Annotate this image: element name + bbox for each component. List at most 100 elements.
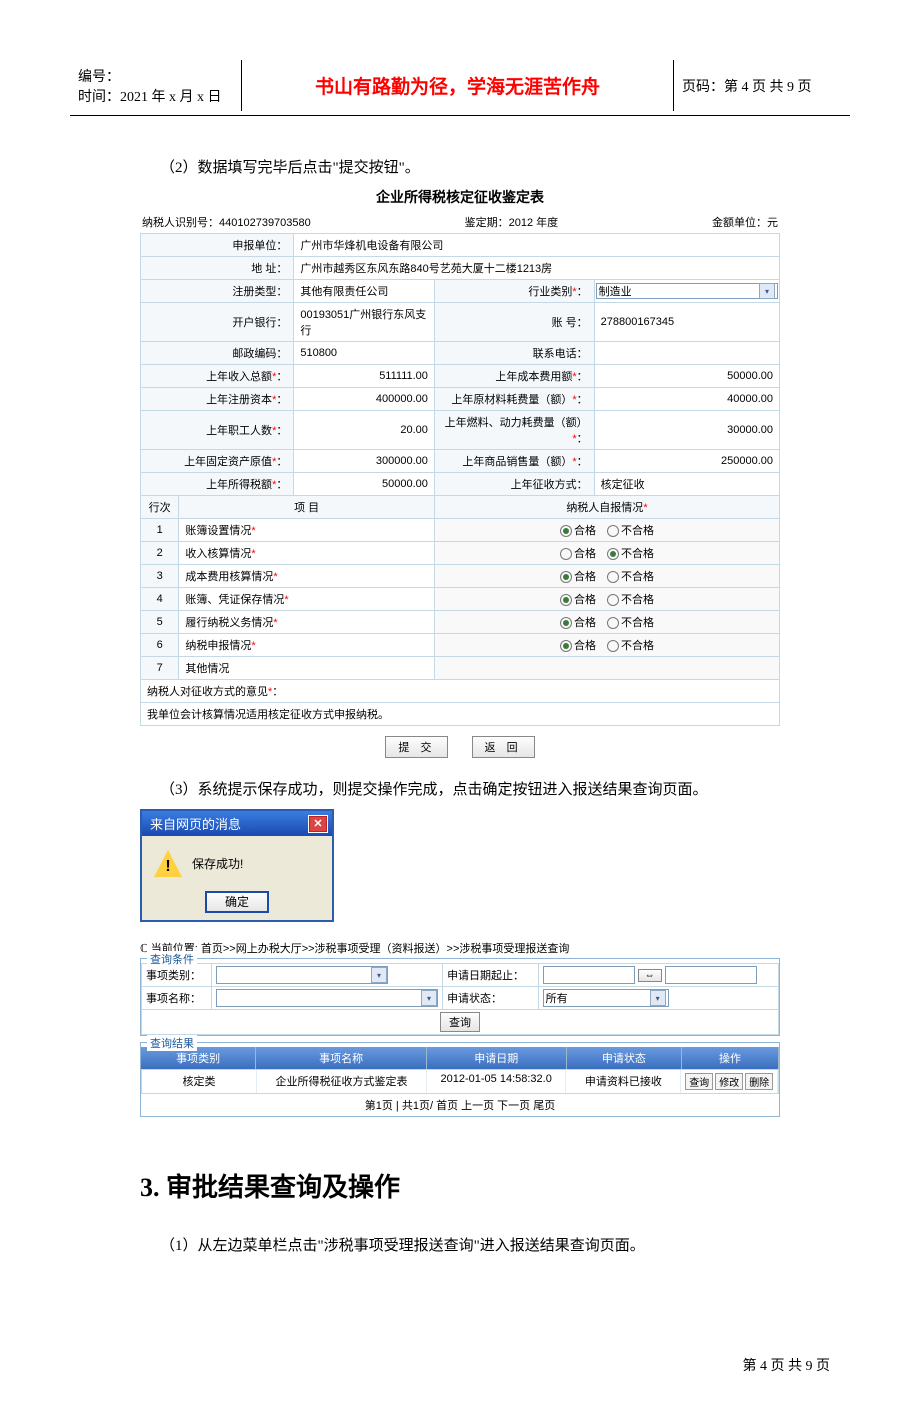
- item-radio-group[interactable]: 合格 不合格: [434, 588, 779, 611]
- val-tel: [594, 342, 779, 365]
- val-company: 广州市华烽机电设备有限公司: [294, 234, 780, 257]
- rownum: 3: [141, 565, 179, 588]
- item-name: 纳税申报情况*: [179, 634, 435, 657]
- delete-button[interactable]: 删除: [745, 1073, 773, 1090]
- rownum: 4: [141, 588, 179, 611]
- radio-no[interactable]: [607, 640, 619, 652]
- val-workers[interactable]: 20.00: [294, 411, 435, 450]
- item-name: 履行纳税义务情况*: [179, 611, 435, 634]
- radio-no[interactable]: [607, 594, 619, 606]
- item-name: 成本费用核算情况*: [179, 565, 435, 588]
- val-income[interactable]: 511111.00: [294, 365, 435, 388]
- td-type: 核定类: [142, 1070, 257, 1093]
- lbl-sales: 上年商品销售量（额）*：: [434, 450, 594, 473]
- status-select[interactable]: 所有▾: [543, 989, 669, 1007]
- th-status: 申请状态: [567, 1047, 682, 1069]
- lbl-tax: 上年所得税额*：: [141, 473, 294, 496]
- radio-ok[interactable]: [560, 617, 572, 629]
- item-radio-group[interactable]: 合格 不合格: [434, 634, 779, 657]
- radio-ok[interactable]: [560, 594, 572, 606]
- lbl-zip: 邮政编码：: [141, 342, 294, 365]
- date-from-input[interactable]: [543, 966, 635, 984]
- lbl-daterange: 申请日期起止：: [443, 964, 539, 987]
- close-icon[interactable]: ✕: [308, 815, 328, 833]
- val-tax[interactable]: 50000.00: [294, 473, 435, 496]
- val-sales[interactable]: 250000.00: [594, 450, 779, 473]
- lbl-fuel: 上年燃料、动力耗费量（额）*：: [434, 411, 594, 450]
- dialog-title-text: 来自网页的消息: [150, 814, 241, 833]
- dialog-message: 保存成功!: [192, 855, 243, 872]
- chevron-down-icon: ▾: [371, 967, 387, 983]
- paragraph-3: （3）系统提示保存成功，则提交操作完成，点击确定按钮进入报送结果查询页面。: [160, 778, 850, 799]
- lbl-workers: 上年职工人数*：: [141, 411, 294, 450]
- doc-header-table: 编号： 时间：2021 年 x 月 x 日 书山有路勤为径，学海无涯苦作舟 页码…: [70, 60, 850, 111]
- type-select[interactable]: ▾: [216, 966, 388, 984]
- rownum: 5: [141, 611, 179, 634]
- item-radio-group[interactable]: 合格 不合格: [434, 542, 779, 565]
- lbl-status: 申请状态：: [443, 987, 539, 1010]
- val-asset[interactable]: 300000.00: [294, 450, 435, 473]
- radio-no[interactable]: [607, 525, 619, 537]
- radio-ok[interactable]: [560, 548, 572, 560]
- lbl-account: 账 号：: [434, 303, 594, 342]
- chevron-down-icon: ▾: [421, 990, 437, 1006]
- date-range-icon[interactable]: ⇔: [638, 969, 662, 982]
- table-row: 核定类 企业所得税征收方式鉴定表 2012-01-05 14:58:32.0 申…: [141, 1069, 779, 1094]
- item-name: 账簿、凭证保存情况*: [179, 588, 435, 611]
- lbl-material: 上年原材料耗费量（额）*：: [434, 388, 594, 411]
- ok-button[interactable]: 确定: [205, 891, 269, 913]
- radio-ok[interactable]: [560, 571, 572, 583]
- val-fuel[interactable]: 30000.00: [594, 411, 779, 450]
- item-name: 账簿设置情况*: [179, 519, 435, 542]
- val-cost[interactable]: 50000.00: [594, 365, 779, 388]
- item-radio-group[interactable]: 合格 不合格: [434, 611, 779, 634]
- edit-button[interactable]: 修改: [715, 1073, 743, 1090]
- lbl-income: 上年收入总额*：: [141, 365, 294, 388]
- submit-button[interactable]: 提 交: [385, 736, 448, 758]
- itemname-select[interactable]: ▾: [216, 989, 438, 1007]
- radio-no[interactable]: [607, 617, 619, 629]
- assess-period: 鉴定期：2012 年度: [465, 214, 559, 230]
- radio-ok[interactable]: [560, 640, 572, 652]
- th-ops: 操作: [682, 1047, 779, 1069]
- alert-dialog: 来自网页的消息 ✕ ! 保存成功! 确定: [140, 809, 334, 922]
- val-capital[interactable]: 400000.00: [294, 388, 435, 411]
- result-legend: 查询结果: [147, 1035, 197, 1051]
- lbl-capital: 上年注册资本*：: [141, 388, 294, 411]
- radio-ok[interactable]: [560, 525, 572, 537]
- industry-select[interactable]: 制造业 ▾: [596, 283, 778, 299]
- item-radio-group[interactable]: [434, 657, 779, 680]
- pager[interactable]: 第1页 | 共1页/ 首页 上一页 下一页 尾页: [141, 1094, 779, 1116]
- val-account: 278800167345: [594, 303, 779, 342]
- chevron-down-icon: ▾: [650, 990, 666, 1006]
- back-button[interactable]: 返 回: [472, 736, 535, 758]
- item-radio-group[interactable]: 合格 不合格: [434, 519, 779, 542]
- form-grid: 申报单位： 广州市华烽机电设备有限公司 地 址： 广州市越秀区东风东路840号艺…: [140, 233, 780, 726]
- taxpayer-id: 纳税人识别号：440102739703580: [142, 214, 311, 230]
- col-rownum: 行次: [141, 496, 179, 519]
- lbl-tel: 联系电话：: [434, 342, 594, 365]
- val-bank: 00193051广州银行东风支行: [294, 303, 435, 342]
- val-regtype: 其他有限责任公司: [294, 280, 435, 303]
- opinion-value[interactable]: 我单位会计核算情况适用核定征收方式申报纳税。: [141, 703, 780, 726]
- form-title: 企业所得税核定征收鉴定表: [140, 187, 780, 207]
- tax-form: 企业所得税核定征收鉴定表 纳税人识别号：440102739703580 鉴定期：…: [140, 187, 780, 758]
- date-to-input[interactable]: [665, 966, 757, 984]
- doc-id: 编号：: [78, 66, 233, 86]
- col-item: 项 目: [179, 496, 435, 519]
- view-button[interactable]: 查询: [685, 1073, 713, 1090]
- td-status: 申请资料已接收: [566, 1070, 681, 1093]
- rownum: 1: [141, 519, 179, 542]
- paragraph-4: （1）从左边菜单栏点击"涉税事项受理报送查询"进入报送结果查询页面。: [160, 1234, 850, 1255]
- radio-no[interactable]: [607, 571, 619, 583]
- query-conditions: 查询条件 事项类别： ▾ 申请日期起止： ⇔ 事项名称： ▾ 申请状态：: [140, 958, 780, 1036]
- item-radio-group[interactable]: 合格 不合格: [434, 565, 779, 588]
- lbl-regtype: 注册类型：: [141, 280, 294, 303]
- lbl-method: 上年征收方式：: [434, 473, 594, 496]
- doc-date: 时间：2021 年 x 月 x 日: [78, 86, 233, 106]
- search-button[interactable]: 查询: [440, 1012, 480, 1032]
- td-name: 企业所得税征收方式鉴定表: [257, 1070, 427, 1093]
- val-material[interactable]: 40000.00: [594, 388, 779, 411]
- col-report: 纳税人自报情况*: [434, 496, 779, 519]
- radio-no[interactable]: [607, 548, 619, 560]
